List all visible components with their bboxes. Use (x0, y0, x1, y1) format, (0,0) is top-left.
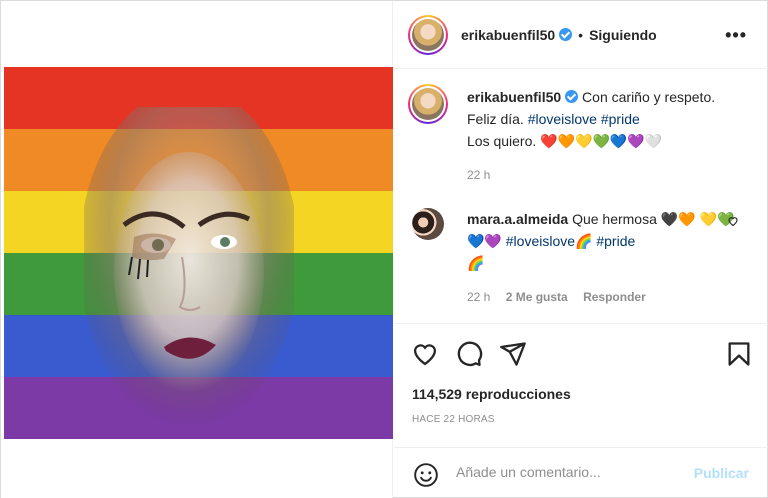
post-header: erikabuenfil50 • Siguiendo ••• (394, 1, 768, 69)
more-options-icon[interactable]: ••• (725, 25, 747, 46)
comment-text: Que hermosa (572, 211, 657, 227)
comment-likes[interactable]: 2 Me gusta (506, 290, 568, 304)
post-sidebar: erikabuenfil50 • Siguiendo ••• erikabuen… (394, 1, 768, 498)
commenter-avatar[interactable] (412, 208, 444, 240)
avatar[interactable] (408, 14, 448, 55)
instagram-post: erikabuenfil50 • Siguiendo ••• erikabuen… (0, 0, 768, 498)
comment-composer: Publicar (394, 447, 768, 498)
separator-dot: • (578, 26, 584, 43)
caption-text-2: Los quiero. (467, 133, 537, 149)
drag-queen-portrait (84, 107, 294, 427)
heart-emojis: ❤️🧡💛💚💙💜🤍 (540, 133, 663, 149)
hashtag-link[interactable]: #loveislove (528, 111, 597, 127)
comment-emoji: 🖤🧡 (660, 211, 696, 227)
comment-like-heart-icon[interactable] (727, 215, 739, 230)
posted-time[interactable]: HACE 22 HORAS (412, 414, 495, 425)
share-icon[interactable] (499, 340, 527, 368)
header-username[interactable]: erikabuenfil50 (461, 27, 555, 43)
caption-time[interactable]: 22 h (467, 168, 490, 182)
save-bookmark-icon[interactable] (725, 340, 753, 368)
verified-icon (565, 90, 579, 103)
comment-emoji-3: 🌈 (467, 255, 485, 271)
action-bar (394, 323, 768, 383)
following-button[interactable]: Siguiendo (589, 27, 657, 43)
comment-username[interactable]: mara.a.almeida (467, 211, 568, 227)
post-image (4, 67, 393, 439)
publish-button[interactable]: Publicar (694, 465, 749, 481)
emoji-icon[interactable] (413, 462, 439, 488)
caption-avatar[interactable] (408, 84, 448, 124)
comment-time[interactable]: 22 h (467, 290, 490, 304)
hashtag-link[interactable]: #loveislove🌈 (506, 233, 593, 249)
post-media[interactable] (1, 1, 393, 498)
hashtag-link[interactable]: #pride (601, 111, 640, 127)
views-count[interactable]: 114,529 reproducciones (412, 386, 571, 402)
hashtag-link[interactable]: #pride (596, 233, 635, 249)
verified-icon (559, 28, 573, 41)
comment-icon[interactable] (455, 340, 483, 368)
comment-input[interactable] (456, 464, 676, 480)
comments-list: erikabuenfil50 Con cariño y respeto. Fel… (394, 70, 768, 322)
like-heart-icon[interactable] (411, 340, 439, 368)
caption-username[interactable]: erikabuenfil50 (467, 89, 561, 105)
reply-button[interactable]: Responder (583, 290, 646, 304)
